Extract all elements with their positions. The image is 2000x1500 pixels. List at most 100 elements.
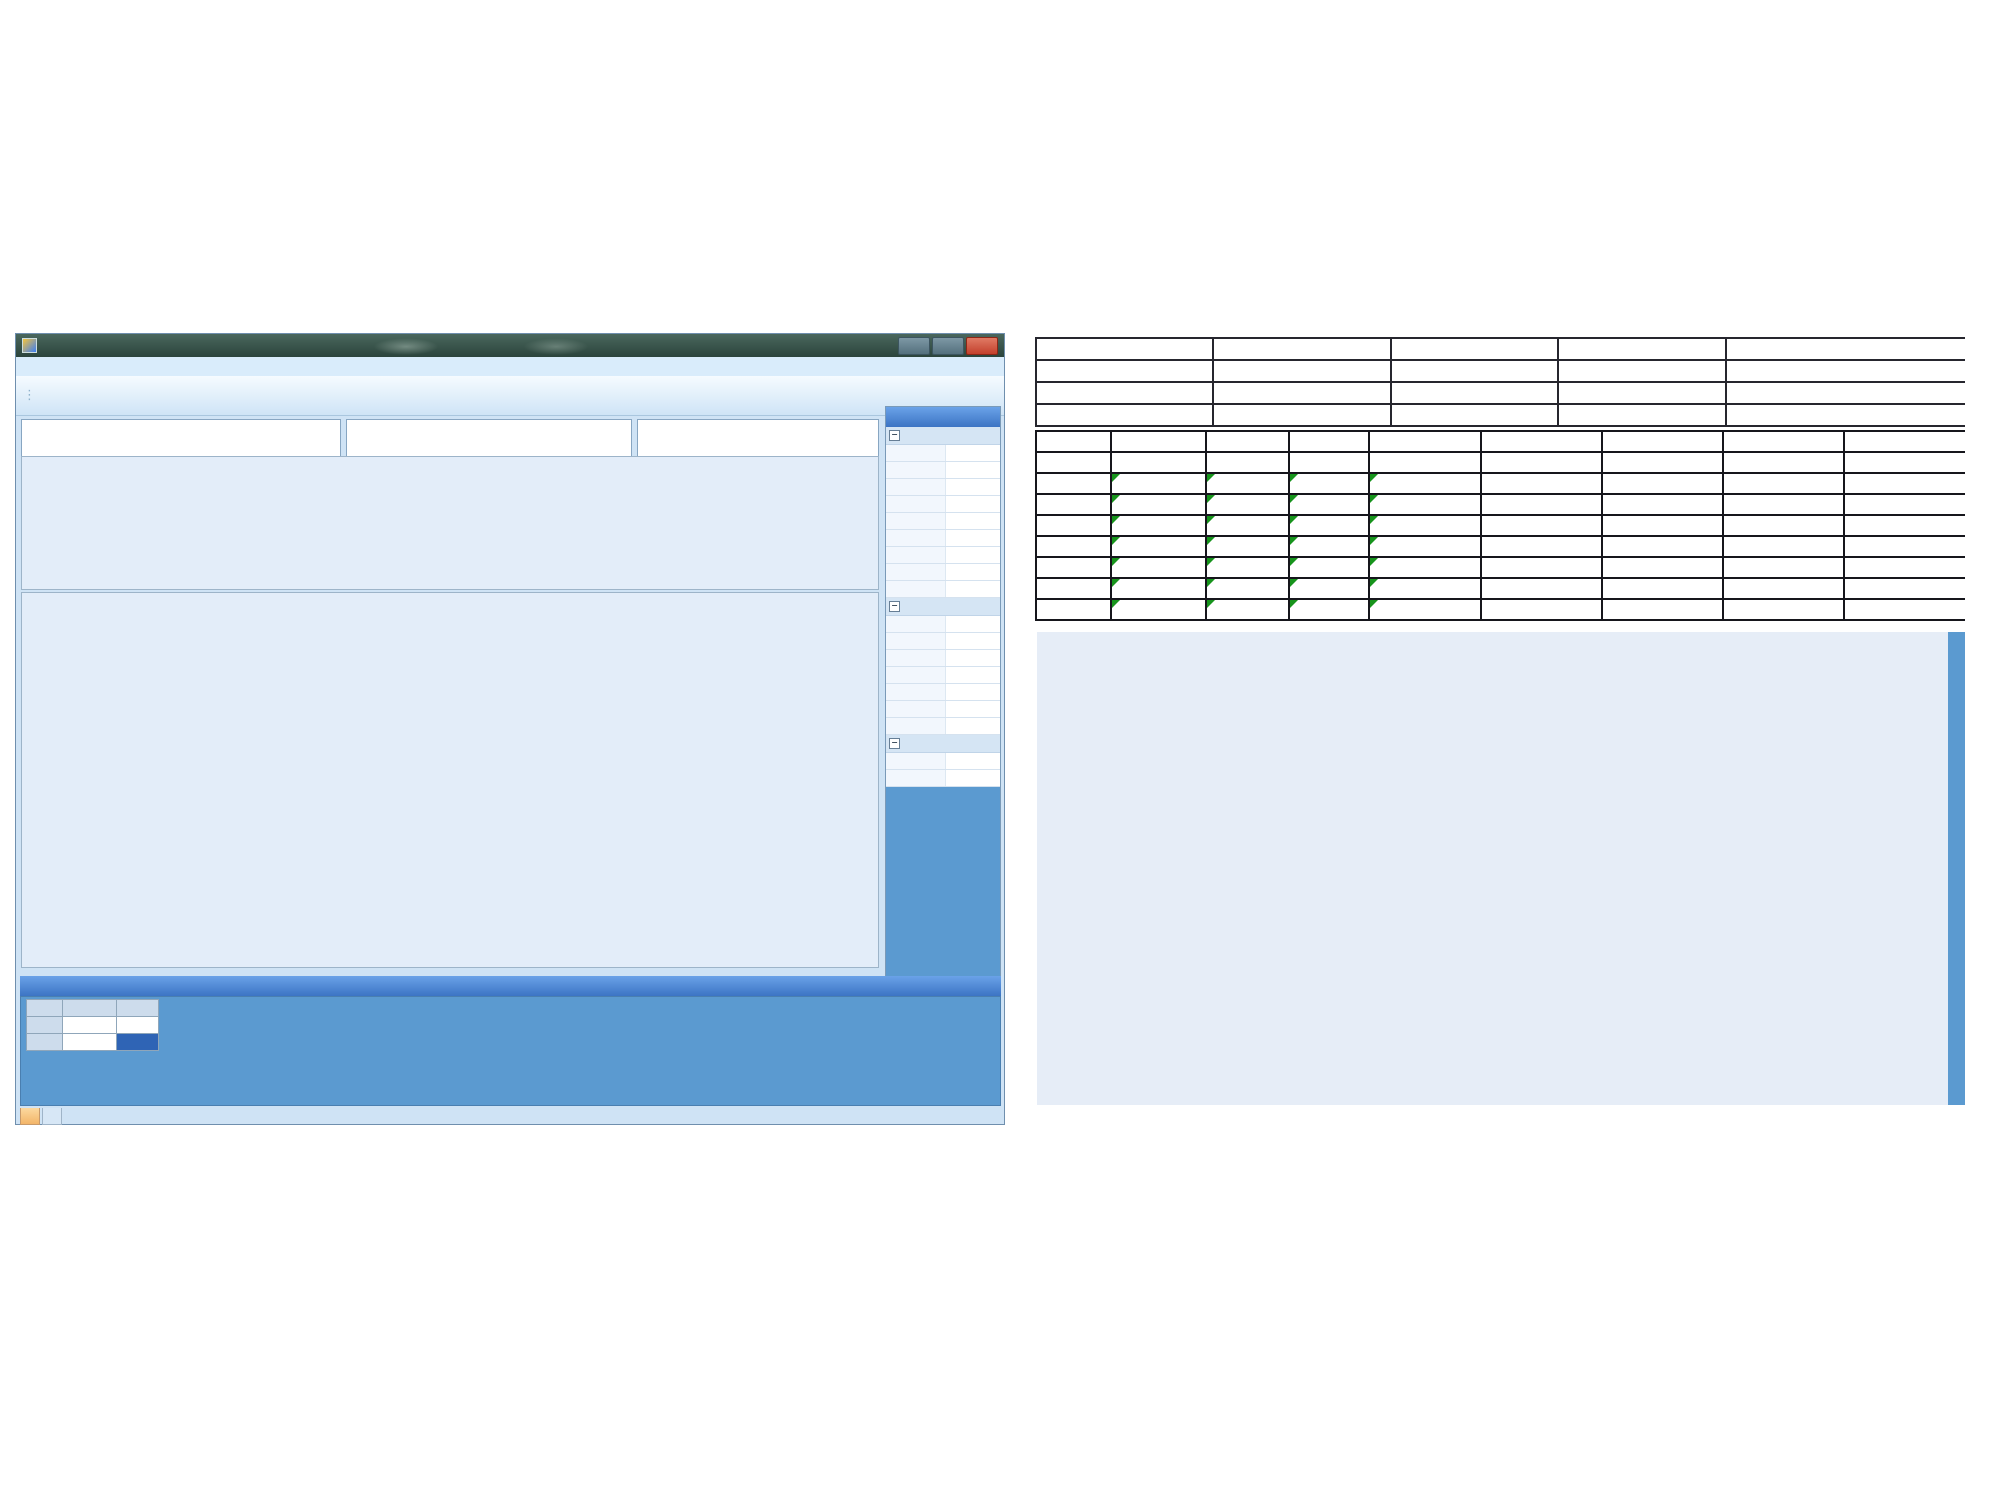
param-label — [886, 462, 946, 478]
undo-icon[interactable] — [549, 382, 579, 410]
pause-icon[interactable] — [459, 382, 489, 410]
param-row[interactable] — [886, 445, 1000, 462]
stats-col-header — [1482, 432, 1603, 453]
param-row[interactable] — [886, 496, 1000, 513]
param-value[interactable] — [946, 684, 982, 700]
display-icon[interactable] — [249, 382, 279, 410]
param-value[interactable] — [946, 496, 982, 512]
param-row[interactable] — [886, 667, 1000, 684]
info-cell — [1559, 361, 1727, 383]
stats-value — [1290, 474, 1370, 495]
param-row[interactable] — [886, 718, 1000, 735]
upload-icon[interactable] — [399, 382, 429, 410]
param-label — [886, 616, 946, 632]
param-row[interactable] — [886, 650, 1000, 667]
param-value[interactable] — [946, 667, 982, 683]
close-button[interactable] — [966, 337, 998, 355]
lock-icon[interactable] — [579, 382, 609, 410]
param-row[interactable] — [886, 770, 1000, 787]
stats-row-label — [1037, 516, 1112, 537]
param-value[interactable] — [946, 462, 982, 478]
param-value[interactable] — [946, 564, 982, 580]
sidebar-section-general[interactable]: − — [886, 427, 1000, 445]
clean-icon[interactable] — [339, 382, 369, 410]
open-file-icon[interactable] — [69, 382, 99, 410]
param-row[interactable] — [886, 462, 1000, 479]
report-info-table — [1035, 337, 1965, 427]
param-value[interactable] — [946, 530, 982, 546]
move-down-icon[interactable] — [519, 382, 549, 410]
usb-icon[interactable] — [219, 382, 249, 410]
param-row[interactable] — [886, 701, 1000, 718]
param-value[interactable] — [946, 633, 982, 649]
param-unit — [982, 667, 1000, 683]
panel-icon[interactable] — [609, 382, 639, 410]
impact-curve-chart[interactable] — [21, 592, 879, 968]
param-value[interactable] — [946, 701, 982, 717]
maximize-button[interactable] — [932, 337, 964, 355]
results-row-index[interactable] — [26, 1033, 63, 1051]
param-value[interactable] — [946, 445, 982, 461]
stats-row-label — [1037, 474, 1112, 495]
param-row[interactable] — [886, 633, 1000, 650]
power-icon[interactable] — [639, 382, 669, 410]
param-row[interactable] — [886, 547, 1000, 564]
temperature-strip-chart[interactable] — [21, 456, 879, 590]
refresh-icon[interactable] — [369, 382, 399, 410]
param-value[interactable] — [946, 513, 982, 529]
new-file-icon[interactable] — [39, 382, 69, 410]
tab-test-results[interactable] — [20, 1108, 40, 1125]
stats-value — [1207, 579, 1290, 600]
param-value[interactable] — [946, 753, 982, 769]
param-row[interactable] — [886, 564, 1000, 581]
results-impact-speed[interactable] — [116, 1033, 159, 1051]
param-label — [886, 496, 946, 512]
info-cell — [1392, 361, 1559, 383]
param-unit — [982, 513, 1000, 529]
minimize-button[interactable] — [898, 337, 930, 355]
param-row[interactable] — [886, 530, 1000, 547]
sidebar-section-environment[interactable]: − — [886, 735, 1000, 753]
param-row[interactable] — [886, 684, 1000, 701]
sidebar-section-specimen[interactable]: − — [886, 598, 1000, 616]
collapse-icon[interactable]: − — [889, 601, 900, 612]
report-load-chart[interactable] — [1037, 632, 1948, 1105]
info-cell — [1727, 339, 1965, 361]
param-value[interactable] — [946, 718, 982, 734]
download-icon[interactable] — [429, 382, 459, 410]
save-icon[interactable] — [99, 382, 129, 410]
monitor-settings-icon[interactable] — [159, 382, 189, 410]
gear-icon[interactable] — [189, 382, 219, 410]
param-row[interactable] — [886, 513, 1000, 530]
title-bar[interactable] — [16, 334, 1004, 357]
collapse-icon[interactable]: − — [889, 738, 900, 749]
close-file-icon[interactable] — [129, 382, 159, 410]
param-row[interactable] — [886, 479, 1000, 496]
param-value[interactable] — [946, 479, 982, 495]
param-row[interactable] — [886, 753, 1000, 770]
play-icon[interactable] — [309, 382, 339, 410]
info-cell — [1727, 405, 1965, 427]
sidebar-header[interactable] — [886, 407, 1000, 427]
param-value[interactable] — [946, 547, 982, 563]
results-header[interactable] — [20, 976, 1001, 996]
tab-statistics[interactable] — [42, 1108, 62, 1125]
param-row[interactable] — [886, 581, 1000, 598]
param-value[interactable] — [946, 770, 982, 786]
results-max-load[interactable] — [62, 1033, 117, 1051]
param-row[interactable] — [886, 616, 1000, 633]
param-value[interactable] — [946, 650, 982, 666]
toolbar: ⋮ — [16, 376, 1004, 416]
param-unit — [982, 462, 1000, 478]
stats-col-header — [1112, 432, 1207, 453]
chart-side-strip — [1948, 632, 1965, 1105]
param-label — [886, 479, 946, 495]
param-label — [886, 684, 946, 700]
move-up-icon[interactable] — [489, 382, 519, 410]
stats-cell — [1290, 453, 1370, 474]
param-value[interactable] — [946, 616, 982, 632]
param-unit — [982, 753, 1000, 769]
param-value[interactable] — [946, 581, 982, 597]
collapse-icon[interactable]: − — [889, 430, 900, 441]
record-icon[interactable] — [279, 382, 309, 410]
